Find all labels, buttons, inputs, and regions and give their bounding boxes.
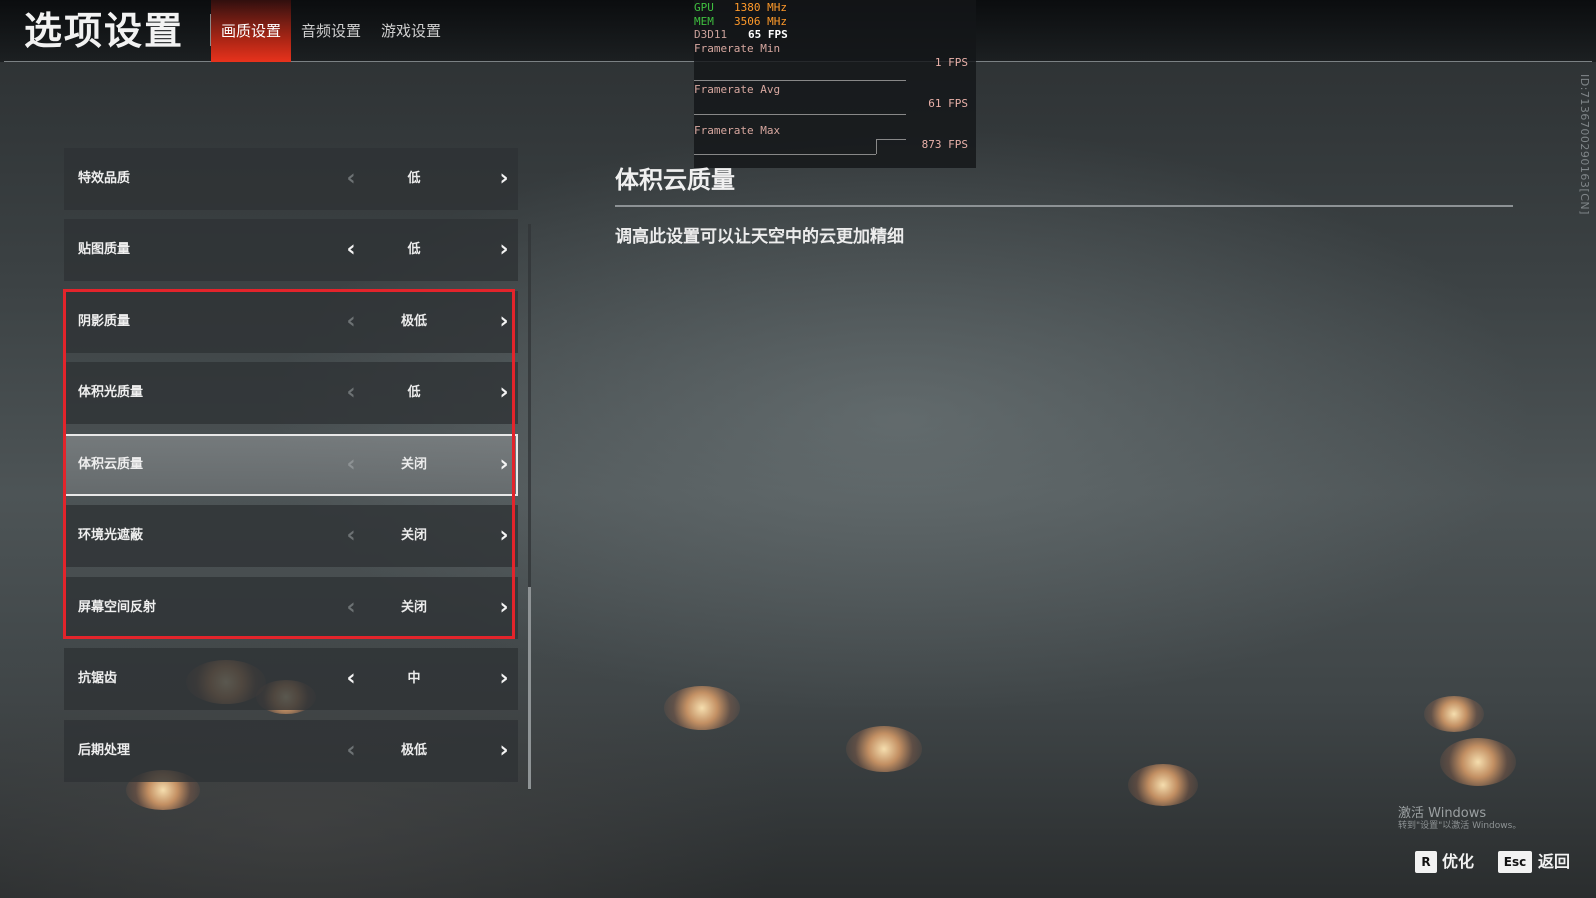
lantern-glow (1424, 696, 1484, 732)
setting-row-volumetric-light[interactable]: 体积光质量 ‹ 低 › (64, 362, 518, 424)
framerate-min-label: Framerate Min (694, 42, 781, 55)
chevron-right-icon[interactable]: › (490, 720, 518, 782)
setting-value: 关闭 (400, 600, 427, 615)
framerate-max-value: 873 FPS (921, 138, 968, 151)
framerate-max-graph (694, 154, 876, 155)
setting-row-anti-aliasing[interactable]: 抗锯齿 ‹ 中 › (64, 648, 518, 710)
windows-activation-hint: 转到"设置"以激活 Windows。 (1398, 821, 1522, 831)
gpu-label: GPU (694, 1, 714, 14)
setting-value: 低 (407, 171, 421, 186)
tab-game[interactable]: 游戏设置 (376, 0, 446, 62)
setting-row-ambient-occlusion[interactable]: 环境光遮蔽 ‹ 关闭 › (64, 505, 518, 567)
gpu-clock: 1380 MHz (734, 1, 787, 14)
r-key-icon: R (1415, 851, 1437, 873)
api-label: D3D11 (694, 28, 728, 41)
setting-label: 体积云质量 (78, 457, 144, 472)
framerate-avg-graph (694, 114, 906, 115)
setting-value: 低 (407, 385, 421, 400)
chevron-right-icon[interactable]: › (490, 577, 518, 639)
lantern-glow (664, 686, 740, 730)
framerate-max-label: Framerate Max (694, 124, 781, 137)
setting-label: 屏幕空间反射 (78, 600, 157, 615)
setting-value: 极低 (400, 314, 427, 329)
page-title: 选项设置 (24, 9, 185, 53)
chevron-right-icon[interactable]: › (490, 219, 518, 281)
setting-label: 阴影质量 (78, 314, 131, 329)
detail-divider (615, 205, 1513, 207)
setting-row-volumetric-cloud[interactable]: 体积云质量 ‹ 关闭 › (64, 434, 518, 496)
chevron-right-icon[interactable]: › (490, 291, 518, 353)
setting-label: 抗锯齿 (78, 671, 118, 686)
framerate-max-spike-top (876, 139, 906, 140)
setting-label: 环境光遮蔽 (78, 528, 144, 543)
setting-label: 特效品质 (78, 171, 131, 186)
setting-value: 极低 (400, 743, 427, 758)
setting-value: 中 (407, 671, 421, 686)
setting-value: 关闭 (400, 457, 427, 472)
framerate-min-graph (694, 80, 906, 81)
framerate-avg-label: Framerate Avg (694, 83, 781, 96)
framerate-avg-value: 61 FPS (928, 97, 968, 110)
chevron-right-icon[interactable]: › (490, 148, 518, 210)
framerate-max-spike (876, 139, 877, 154)
setting-value: 低 (407, 242, 421, 257)
setting-row-effects-quality[interactable]: 特效品质 ‹ 低 › (64, 148, 518, 210)
mem-label: MEM (694, 15, 714, 28)
setting-row-screen-space-reflection[interactable]: 屏幕空间反射 ‹ 关闭 › (64, 577, 518, 639)
chevron-right-icon[interactable]: › (490, 362, 518, 424)
setting-row-post-processing[interactable]: 后期处理 ‹ 极低 › (64, 720, 518, 782)
mem-clock: 3506 MHz (734, 15, 787, 28)
back-button[interactable]: 返回 (1538, 849, 1570, 875)
detail-description: 调高此设置可以让天空中的云更加精细 (615, 227, 904, 247)
setting-label: 体积光质量 (78, 385, 144, 400)
lantern-glow (846, 726, 922, 772)
lantern-glow (1128, 764, 1198, 806)
scrollbar-thumb[interactable] (528, 587, 531, 789)
performance-overlay: GPU 1380 MHz MEM 3506 MHz D3D11 65 FPS F… (694, 0, 976, 168)
setting-value: 关闭 (400, 528, 427, 543)
optimize-button[interactable]: 优化 (1442, 849, 1474, 875)
framerate-min-value: 1 FPS (934, 56, 968, 69)
setting-row-shadow-quality[interactable]: 阴影质量 ‹ 极低 › (64, 291, 518, 353)
current-fps: 65 FPS (748, 28, 788, 41)
tab-audio[interactable]: 音频设置 (296, 0, 366, 62)
detail-title: 体积云质量 (615, 166, 735, 194)
chevron-right-icon[interactable]: › (490, 648, 518, 710)
user-id-label: ID:713670029016​3[CN] (1578, 74, 1591, 215)
setting-label: 贴图质量 (78, 242, 131, 257)
setting-label: 后期处理 (78, 743, 131, 758)
chevron-right-icon[interactable]: › (490, 505, 518, 567)
esc-key-icon: Esc (1498, 851, 1532, 873)
lantern-glow (1440, 738, 1516, 786)
chevron-right-icon[interactable]: › (490, 434, 518, 496)
tab-graphics[interactable]: 画质设置 (211, 0, 291, 62)
setting-row-texture-quality[interactable]: 贴图质量 ‹ 低 › (64, 219, 518, 281)
